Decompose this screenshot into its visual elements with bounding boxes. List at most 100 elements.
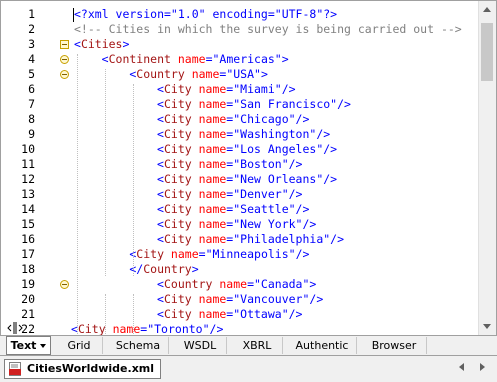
token-attr: name	[191, 67, 220, 81]
code-line[interactable]: <City name="San Francisco"/>	[157, 97, 351, 112]
token-bracket: />	[295, 247, 310, 261]
line-number: 7	[28, 97, 35, 111]
fold-toggle-icon[interactable]	[60, 55, 69, 64]
line-number: 17	[21, 247, 35, 261]
view-tab-xbrl[interactable]: XBRL	[232, 337, 283, 354]
line-number: 3	[28, 37, 35, 51]
code-line[interactable]: <!-- Cities in which the survey is being…	[74, 22, 462, 37]
scroll-down-button[interactable]	[479, 318, 496, 335]
view-tab-browser[interactable]: Browser	[362, 337, 427, 354]
token-bracket: <	[157, 157, 164, 171]
token-tag: City	[136, 247, 171, 261]
code-line[interactable]: <City name="New Orleans"/>	[157, 172, 337, 187]
token-attr: name	[170, 247, 199, 261]
view-tabs-bar: Text Grid Schema WSDL XBRL Authentic Browser	[0, 336, 497, 356]
token-bracket: >	[281, 52, 289, 66]
code-line[interactable]: <City name="Philadelphia"/>	[157, 232, 344, 247]
code-line[interactable]: <City name="New York"/>	[157, 217, 316, 232]
indent-guide	[105, 69, 107, 276]
token-bracket: >	[191, 262, 199, 276]
line-number: 11	[21, 157, 35, 171]
token-attr: name	[177, 52, 206, 66]
code-line[interactable]: <City name="Seattle"/>	[157, 202, 309, 217]
token-eq: =	[205, 52, 213, 66]
token-bracket: />	[288, 157, 303, 171]
token-tag: City	[163, 97, 199, 111]
line-number: 8	[28, 112, 35, 126]
token-attr: name	[198, 307, 227, 321]
line-number: 14	[21, 202, 35, 216]
code-line[interactable]: <City name="Denver"/>	[157, 187, 302, 202]
token-attr: name	[198, 112, 227, 126]
token-tag: City	[163, 127, 199, 141]
token-val: "Toronto"	[147, 322, 210, 335]
token-tag: City	[163, 112, 199, 126]
code-line[interactable]: <Continent name="Americas">	[102, 52, 289, 67]
line-number: 16	[21, 232, 35, 246]
fold-toggle-icon[interactable]	[60, 280, 69, 289]
code-line[interactable]: <City name="Toronto"/>	[71, 322, 223, 335]
fold-margin[interactable]	[59, 1, 71, 335]
view-tab-text[interactable]: Text	[6, 336, 51, 355]
token-attr: name	[198, 172, 227, 186]
view-tab-label: Browser	[371, 339, 417, 352]
scroll-thumb[interactable]	[481, 23, 493, 81]
token-tag: City	[163, 187, 199, 201]
token-bracket: <	[74, 37, 81, 51]
code-area[interactable]: <?xml version="1.0" encoding="UTF-8"?> <!…	[71, 1, 478, 335]
view-tab-wsdl[interactable]: WSDL	[174, 337, 227, 354]
view-tab-authentic[interactable]: Authentic	[288, 337, 357, 354]
code-line[interactable]: <City name="Washington"/>	[157, 127, 330, 142]
view-tab-label: Authentic	[295, 339, 349, 352]
token-attr: name	[198, 127, 227, 141]
code-line[interactable]: <Country name="Canada">	[157, 277, 316, 292]
document-tab-label: CitiesWorldwide.xml	[27, 362, 155, 375]
code-line[interactable]: <City name="Vancouver"/>	[157, 292, 323, 307]
code-line[interactable]: <City name="Chicago"/>	[157, 112, 309, 127]
token-val: "Philadelphia"	[233, 232, 331, 246]
token-bracket: />	[295, 202, 310, 216]
token-bracket: <	[157, 142, 164, 156]
indent-guide	[132, 84, 134, 276]
token-bracket: />	[288, 187, 303, 201]
nav-right-icon[interactable]	[480, 363, 485, 371]
token-tag: City	[163, 217, 199, 231]
line-number: 9	[28, 127, 35, 141]
text-editor[interactable]: 1 2 3 4 5 6 7 8 9 10 11 12 13 14 15 16 17 18 19 20 21 22 <?xm…	[0, 0, 497, 336]
view-tab-grid[interactable]: Grid	[56, 337, 103, 354]
nav-left-icon[interactable]	[459, 363, 464, 371]
fold-toggle-icon[interactable]	[60, 40, 69, 49]
scroll-up-button[interactable]	[479, 1, 496, 18]
code-line[interactable]: <Cities>	[74, 37, 129, 52]
token-bracket: <	[157, 112, 164, 126]
token-eq: =	[247, 277, 254, 291]
token-tag: City	[163, 202, 199, 216]
view-tab-schema[interactable]: Schema	[108, 337, 169, 354]
token-attr: name	[198, 232, 227, 246]
token-val: "Minneapolis"	[205, 247, 296, 261]
code-line[interactable]: <City name="Boston"/>	[157, 157, 302, 172]
document-tab[interactable]: CitiesWorldwide.xml	[4, 359, 162, 379]
code-line[interactable]: <Country name="USA">	[129, 67, 268, 82]
scroll-down-icon	[483, 324, 491, 329]
token-bracket: >	[260, 67, 268, 81]
token-bracket: <	[157, 202, 164, 216]
fold-toggle-icon[interactable]	[60, 70, 69, 79]
code-line[interactable]: <City name="Miami"/>	[157, 82, 296, 97]
code-line[interactable]: <City name="Ottawa"/>	[157, 307, 302, 322]
dropdown-arrow-icon[interactable]	[40, 344, 47, 348]
vertical-scrollbar[interactable]	[478, 1, 496, 335]
token-bracket: <	[157, 232, 164, 246]
token-bracket: />	[281, 82, 296, 96]
code-line[interactable]: <City name="Minneapolis"/>	[129, 247, 309, 262]
line-number: 6	[28, 82, 35, 96]
split-view-icon[interactable]	[7, 319, 23, 334]
token-tag: City	[163, 142, 199, 156]
token-bracket: />	[302, 217, 317, 231]
token-attr: name	[219, 277, 248, 291]
code-line[interactable]: <City name="Los Angeles"/>	[157, 142, 337, 157]
token-bracket: <	[157, 307, 164, 321]
code-line[interactable]: <?xml version="1.0" encoding="UTF-8"?>	[74, 7, 337, 22]
code-line[interactable]: </Country>	[129, 262, 198, 277]
token-val: "Chicago"	[233, 112, 296, 126]
